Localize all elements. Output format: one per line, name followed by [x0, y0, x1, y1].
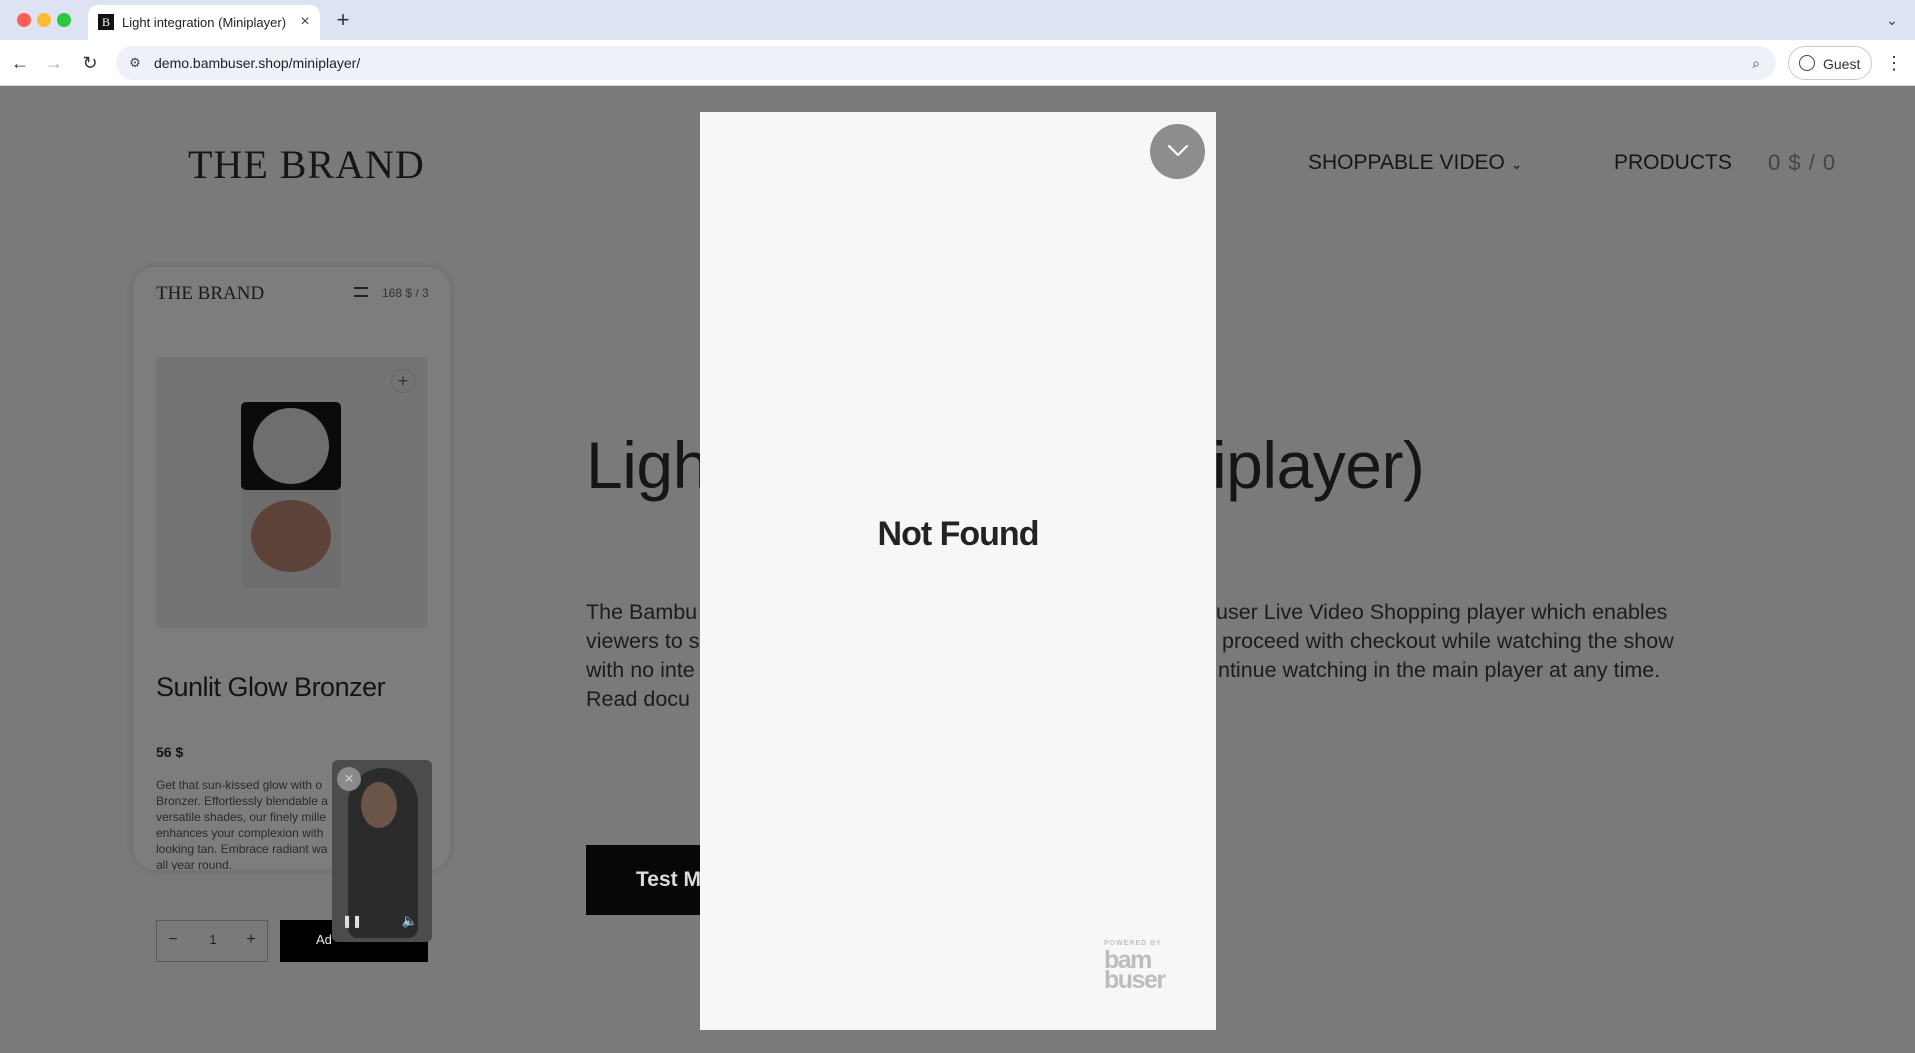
- back-arrow-icon[interactable]: ←: [8, 51, 32, 75]
- profile-label: Guest: [1823, 56, 1861, 72]
- forward-arrow-icon[interactable]: →: [42, 51, 66, 75]
- quantity-stepper[interactable]: − 1 +: [156, 920, 268, 962]
- compact-mirror: [253, 408, 329, 484]
- test-button-label: Test M: [636, 868, 701, 891]
- hero-body-left-4[interactable]: Read docu: [586, 685, 690, 714]
- product-description: Get that sun-kissed glow with o Bronzer.…: [156, 778, 328, 870]
- site-favicon-icon: B: [98, 14, 114, 30]
- address-bar[interactable]: ⚙ demo.bambuser.shop/miniplayer/ ⌕: [116, 46, 1776, 80]
- tab-title: Light integration (Miniplayer): [122, 15, 287, 30]
- volume-icon[interactable]: 🔈: [400, 911, 420, 931]
- product-name: Sunlit Glow Bronzer: [156, 672, 386, 702]
- minimize-window-button[interactable]: [37, 13, 51, 27]
- video-presenter-face: [361, 782, 397, 828]
- product-image: +: [156, 357, 427, 628]
- add-plus-icon[interactable]: +: [391, 369, 415, 393]
- hero-body-right-3: ntinue watching in the main player at an…: [1218, 658, 1661, 682]
- nav-shoppable-label: SHOPPABLE VIDEO: [1308, 151, 1505, 174]
- reload-icon[interactable]: ↻: [78, 51, 102, 75]
- compact-case: [241, 402, 341, 588]
- more-menu-icon[interactable]: ⋮: [1882, 51, 1906, 75]
- browser-tab-bar: B Light integration (Miniplayer) × + ⌄: [0, 0, 1915, 40]
- hero-title-left: Ligh: [586, 428, 709, 502]
- hero-body-left-2: viewers to s: [586, 629, 700, 653]
- zoom-icon[interactable]: ⌕: [1746, 53, 1766, 73]
- phone-brand-logo: THE BRAND: [156, 283, 265, 304]
- close-window-button[interactable]: [17, 13, 31, 27]
- hero-body-left-1: The Bambu: [586, 600, 698, 624]
- hero-body-left-3: with no inte: [586, 658, 695, 682]
- profile-button[interactable]: Guest: [1788, 46, 1872, 80]
- profile-icon: [1799, 55, 1815, 71]
- bambuser-logo: bam buser: [1104, 948, 1166, 994]
- browser-toolbar: ← → ↻ ⚙ demo.bambuser.shop/miniplayer/ ⌕…: [0, 40, 1915, 86]
- nav-products[interactable]: PRODUCTS: [1614, 151, 1732, 175]
- increment-icon[interactable]: +: [241, 930, 261, 950]
- compact-lid: [241, 402, 341, 490]
- product-price: 56 $: [156, 744, 184, 760]
- decrement-icon[interactable]: −: [163, 930, 183, 950]
- quantity-value[interactable]: 1: [203, 932, 223, 947]
- tab-close-icon[interactable]: ×: [295, 12, 315, 32]
- maximize-window-button[interactable]: [57, 13, 71, 27]
- browser-tab[interactable]: B Light integration (Miniplayer) ×: [88, 5, 320, 40]
- new-tab-icon[interactable]: +: [330, 7, 356, 33]
- site-settings-icon[interactable]: ⚙: [126, 54, 144, 72]
- brand-logo[interactable]: THE BRAND: [188, 141, 425, 188]
- miniplayer[interactable]: × ❚❚ 🔈: [332, 760, 432, 942]
- cart-total[interactable]: 0 $ / 0: [1768, 150, 1836, 176]
- not-found-message: Not Found: [877, 515, 1040, 553]
- player-modal: Not Found POWERED BY bam buser: [700, 112, 1216, 1030]
- url-text[interactable]: demo.bambuser.shop/miniplayer/: [154, 54, 360, 72]
- close-icon[interactable]: ×: [337, 767, 361, 791]
- hero-body-right-1: user Live Video Shopping player which en…: [1216, 600, 1668, 624]
- compact-powder: [251, 500, 331, 572]
- tab-search-chevron-icon[interactable]: ⌄: [1881, 9, 1903, 31]
- hero-body-right-2: proceed with checkout while watching the…: [1222, 629, 1674, 653]
- hamburger-menu-icon[interactable]: [354, 287, 368, 297]
- bambuser-logo-line2: buser: [1104, 966, 1166, 994]
- hero-title-right: iplayer): [1212, 428, 1425, 502]
- chevron-down-icon: ⌄: [1510, 156, 1523, 172]
- pause-icon[interactable]: ❚❚: [342, 912, 362, 930]
- phone-cart-total[interactable]: 168 $ / 3: [382, 286, 429, 300]
- nav-shoppable-video[interactable]: SHOPPABLE VIDEO ⌄: [1308, 151, 1522, 175]
- powered-by-bambuser[interactable]: POWERED BY bam buser: [1104, 940, 1166, 994]
- minimize-player-button[interactable]: [1150, 124, 1205, 179]
- chevron-down-icon: [1167, 144, 1189, 157]
